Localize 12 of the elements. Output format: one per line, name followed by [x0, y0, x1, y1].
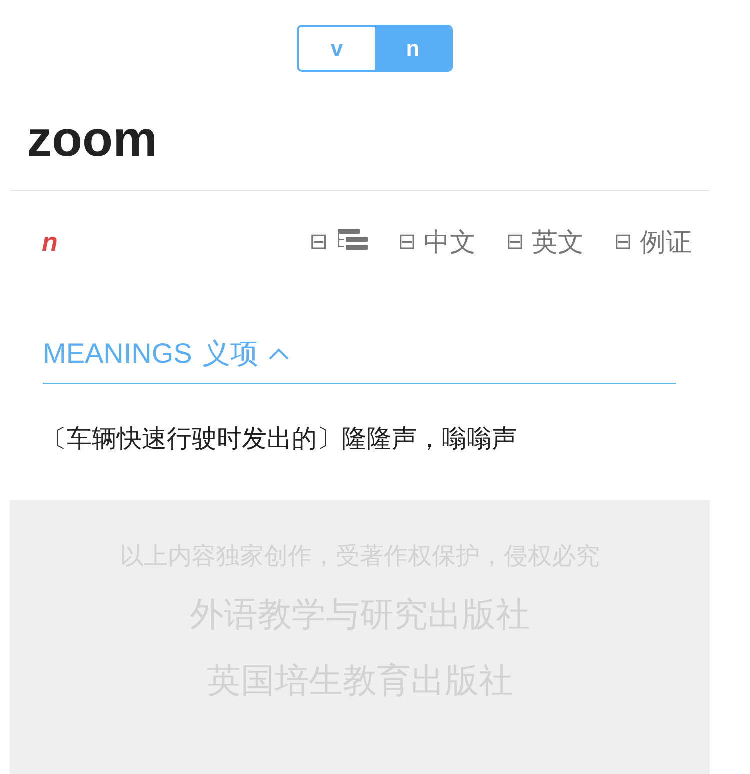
section-toggle[interactable]: ⊟ 例证 [614, 224, 692, 260]
pos-switch[interactable]: v n [297, 25, 453, 72]
meaning-text: 〔车辆快速行驶时发出的〕隆隆声，嗡嗡声 [42, 424, 517, 453]
section-title: MEANINGS [43, 338, 192, 370]
section-toggle[interactable]: ⊟ 中文 [398, 224, 476, 260]
section-title-cn: 义项 [202, 336, 258, 372]
headword: zoom [27, 111, 158, 167]
pos-tab[interactable]: n [375, 27, 451, 70]
part-of-speech: n [42, 226, 58, 258]
section-toggle[interactable]: ⊟ 英文 [506, 224, 584, 260]
collapse-toggle[interactable]: ⊟ [310, 230, 328, 254]
collapse-chevron-icon[interactable] [268, 347, 290, 361]
